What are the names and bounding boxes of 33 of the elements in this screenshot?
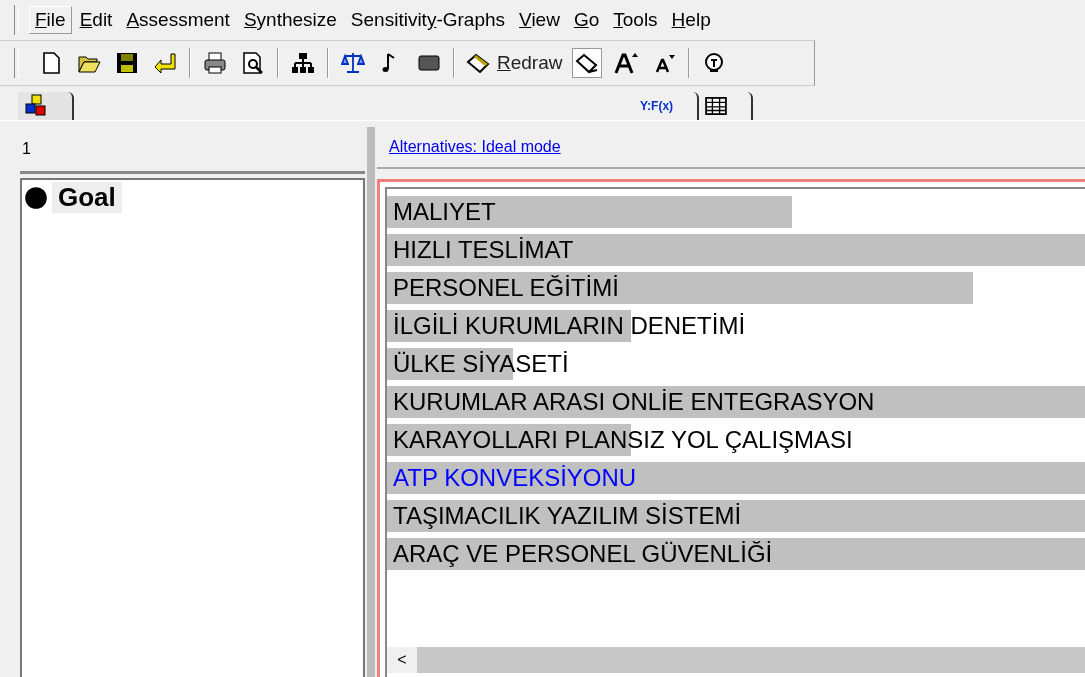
- menu-item[interactable]: Tools: [607, 6, 664, 34]
- cubes-icon: [24, 94, 48, 118]
- tree-node[interactable]: Goal: [52, 182, 122, 213]
- menu-item[interactable]: Edit: [73, 6, 119, 34]
- alternative-label[interactable]: TAŞIMACILIK YAZILIM SİSTEMİ: [387, 502, 742, 530]
- alternatives-link[interactable]: Alternatives: Ideal mode: [389, 138, 561, 156]
- alternative-label[interactable]: HIZLI TESLİMAT: [387, 236, 574, 264]
- alternative-label[interactable]: PERSONEL EĞİTİMİ: [387, 274, 619, 302]
- alternative-label[interactable]: ATP KONVEKSİYONU: [387, 464, 637, 492]
- redraw-button[interactable]: Redraw: [465, 51, 563, 75]
- menu-item[interactable]: Sensitivity-Graphs: [344, 6, 512, 34]
- menu-item[interactable]: Go: [567, 6, 606, 34]
- menu-item[interactable]: Synthesize: [237, 6, 343, 34]
- highlighter-icon[interactable]: [572, 48, 603, 78]
- menu-item[interactable]: Help: [665, 6, 717, 34]
- eraser-icon: [465, 51, 491, 75]
- menu-item[interactable]: View: [513, 6, 566, 34]
- alternative-label[interactable]: ÜLKE SİYASETİ: [387, 350, 569, 378]
- printer-icon[interactable]: [201, 49, 229, 77]
- scroll-left-button[interactable]: <: [387, 647, 417, 673]
- menu-item[interactable]: Assessment: [120, 6, 236, 34]
- node-dot-icon: [24, 185, 48, 210]
- alternative-label[interactable]: MALIYET: [387, 198, 496, 226]
- scrollbar-thumb[interactable]: [417, 647, 1085, 673]
- alternative-label[interactable]: ARAÇ VE PERSONEL GÜVENLİĞİ: [387, 540, 773, 568]
- panel-header: 1: [22, 140, 31, 158]
- alternative-label[interactable]: KURUMLAR ARASI ONLİE ENTEGRASYON: [387, 388, 875, 416]
- alternative-label[interactable]: İLGİLİ KURUMLARIN DENETİMİ: [387, 312, 746, 340]
- menu-item[interactable]: File: [29, 6, 72, 34]
- grid-icon: [705, 97, 728, 115]
- tab[interactable]: [18, 92, 74, 120]
- tab[interactable]: Y:F(x): [634, 92, 700, 120]
- alternative-label[interactable]: KARAYOLLARI PLANSIZ YOL ÇALIŞMASI: [387, 426, 853, 454]
